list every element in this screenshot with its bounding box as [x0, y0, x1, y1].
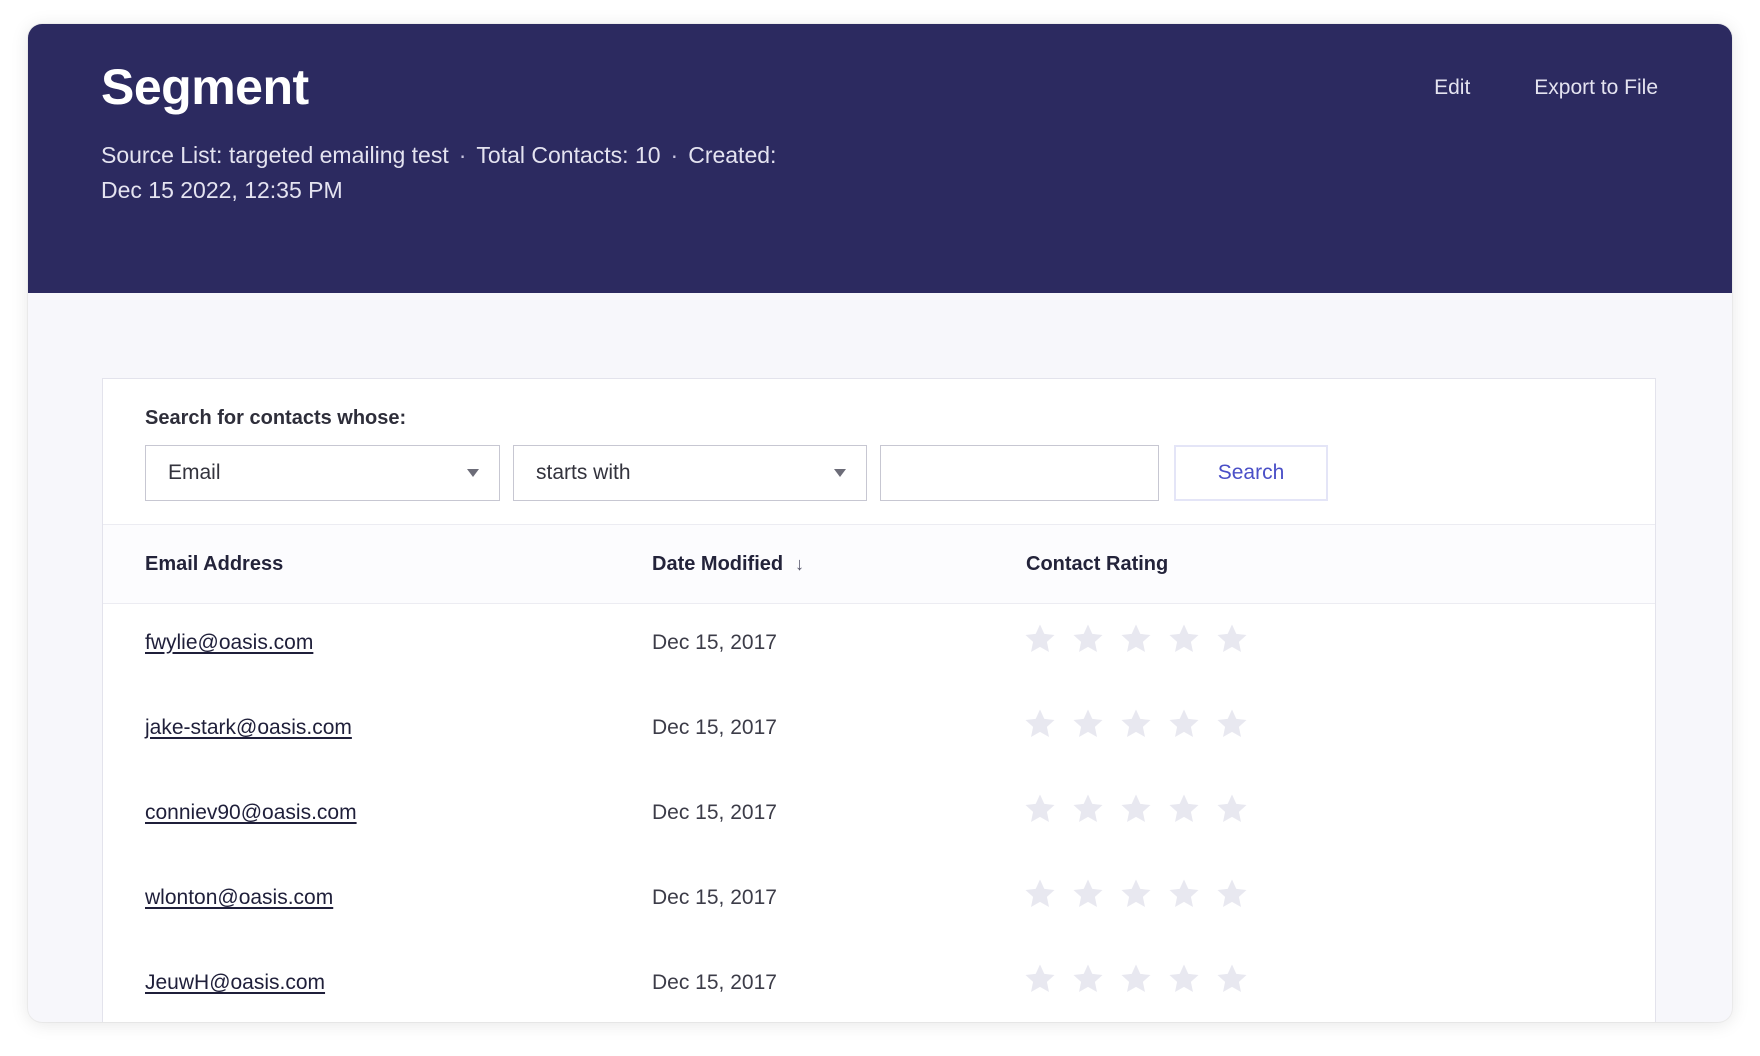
star-icon[interactable] [1167, 622, 1201, 656]
column-header-contact-rating[interactable]: Contact Rating [1026, 525, 1168, 603]
star-icon[interactable] [1071, 792, 1105, 826]
contact-email-link[interactable]: JeuwH@oasis.com [145, 944, 325, 1022]
star-icon[interactable] [1023, 962, 1057, 996]
search-label: Search for contacts whose: [145, 407, 407, 429]
column-header-date-label: Date Modified [652, 553, 784, 575]
date-modified-cell: Dec 15, 2017 [652, 971, 777, 994]
field-select-value: Email [168, 461, 221, 484]
star-icon[interactable] [1071, 707, 1105, 741]
caret-down-icon [467, 469, 479, 477]
star-icon[interactable] [1023, 707, 1057, 741]
contacts-card: Search for contacts whose: Email starts … [102, 378, 1656, 1022]
table-row: jake-stark@oasis.com Dec 15, 2017 [103, 689, 1655, 774]
created-date-text: Dec 15 2022, 12:35 PM [101, 177, 343, 203]
contact-rating [1023, 877, 1249, 911]
table-header: Email Address Date Modified ↓ Contact Rat… [103, 524, 1655, 604]
total-contacts-text: Total Contacts: 10 [476, 142, 661, 168]
star-icon[interactable] [1167, 792, 1201, 826]
field-select[interactable]: Email [145, 445, 500, 501]
source-list-text: Source List: targeted emailing test [101, 142, 449, 168]
star-icon[interactable] [1071, 877, 1105, 911]
arrow-down-icon: ↓ [795, 554, 805, 574]
star-icon[interactable] [1215, 622, 1249, 656]
meta-separator: · [670, 142, 679, 168]
star-icon[interactable] [1167, 707, 1201, 741]
star-icon[interactable] [1215, 792, 1249, 826]
star-icon[interactable] [1023, 877, 1057, 911]
star-icon[interactable] [1071, 622, 1105, 656]
contact-rating [1023, 622, 1249, 656]
date-modified-cell: Dec 15, 2017 [652, 801, 777, 824]
search-query-input[interactable] [880, 445, 1159, 501]
column-header-date-modified[interactable]: Date Modified ↓ [652, 525, 804, 603]
star-icon[interactable] [1119, 877, 1153, 911]
star-icon[interactable] [1023, 792, 1057, 826]
star-icon[interactable] [1215, 962, 1249, 996]
star-icon[interactable] [1215, 707, 1249, 741]
star-icon[interactable] [1023, 622, 1057, 656]
contact-email-link[interactable]: wlonton@oasis.com [145, 859, 333, 937]
column-header-email[interactable]: Email Address [145, 525, 283, 603]
header-actions: Edit Export to File [1434, 76, 1658, 100]
star-icon[interactable] [1167, 877, 1201, 911]
page-header: Segment Source List: targeted emailing t… [28, 24, 1732, 293]
table-row: conniev90@oasis.com Dec 15, 2017 [103, 774, 1655, 859]
star-icon[interactable] [1215, 877, 1249, 911]
date-modified-cell: Dec 15, 2017 [652, 886, 777, 909]
star-icon[interactable] [1119, 962, 1153, 996]
contact-email-link[interactable]: fwylie@oasis.com [145, 604, 313, 682]
search-button[interactable]: Search [1174, 445, 1328, 501]
table-row: JeuwH@oasis.com Dec 15, 2017 [103, 944, 1655, 1022]
date-modified-cell: Dec 15, 2017 [652, 631, 777, 654]
operator-select-value: starts with [536, 461, 631, 484]
star-icon[interactable] [1071, 962, 1105, 996]
app-window: Segment Source List: targeted emailing t… [28, 24, 1732, 1022]
star-icon[interactable] [1167, 962, 1201, 996]
contact-email-link[interactable]: jake-stark@oasis.com [145, 689, 352, 767]
star-icon[interactable] [1119, 622, 1153, 656]
created-label: Created: [688, 142, 777, 168]
table-row: fwylie@oasis.com Dec 15, 2017 [103, 604, 1655, 689]
operator-select[interactable]: starts with [513, 445, 867, 501]
edit-link[interactable]: Edit [1434, 76, 1470, 100]
caret-down-icon [834, 469, 846, 477]
star-icon[interactable] [1119, 707, 1153, 741]
export-to-file-link[interactable]: Export to File [1534, 76, 1658, 100]
segment-meta: Source List: targeted emailing test · Tota… [101, 138, 861, 208]
meta-separator: · [458, 142, 467, 168]
page-title: Segment [101, 59, 309, 115]
table-row: wlonton@oasis.com Dec 15, 2017 [103, 859, 1655, 944]
contact-rating [1023, 962, 1249, 996]
star-icon[interactable] [1119, 792, 1153, 826]
contact-rating [1023, 707, 1249, 741]
date-modified-cell: Dec 15, 2017 [652, 716, 777, 739]
contact-rating [1023, 792, 1249, 826]
contact-email-link[interactable]: conniev90@oasis.com [145, 774, 357, 852]
